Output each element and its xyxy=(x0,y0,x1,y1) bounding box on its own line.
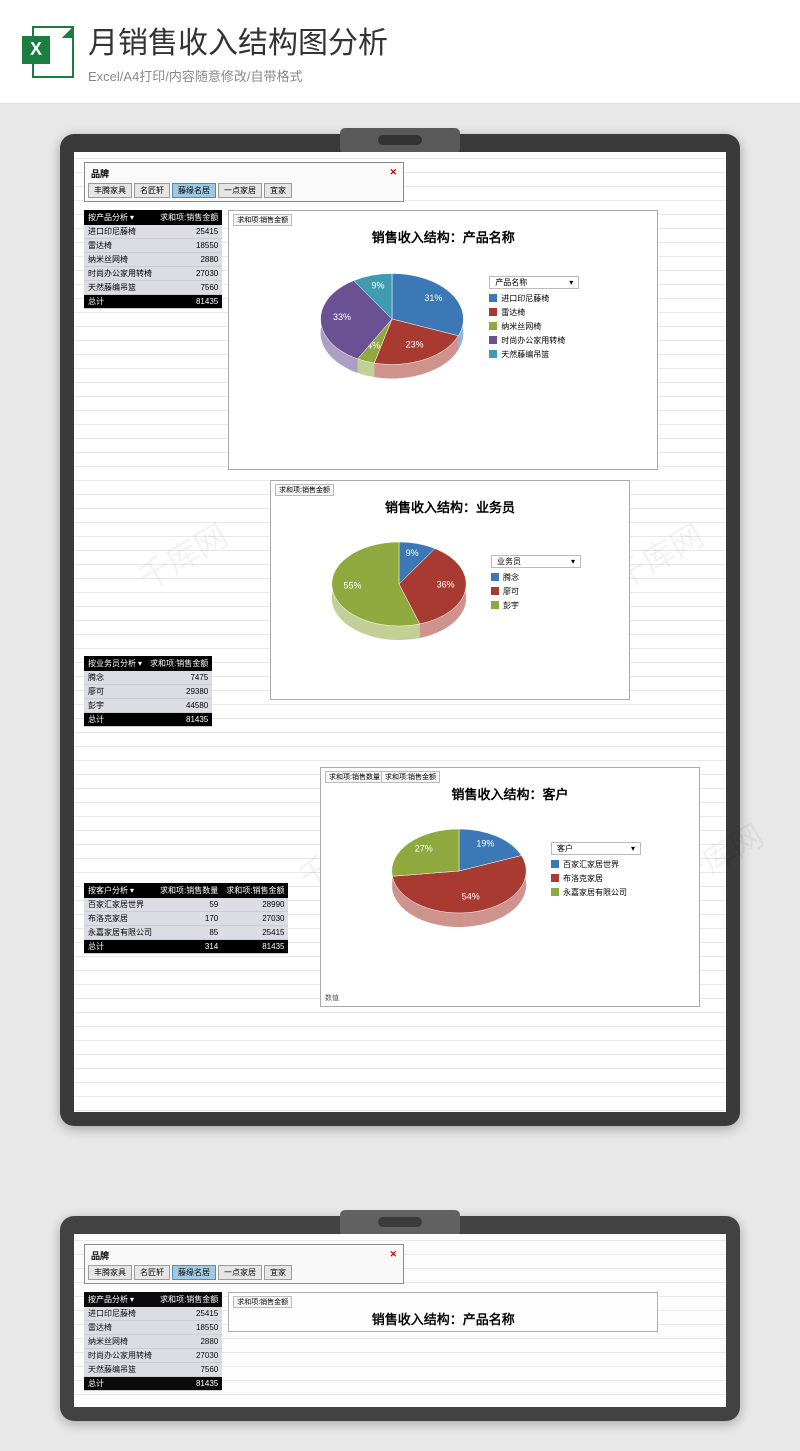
slicer-clear-icon[interactable]: ✕ xyxy=(389,167,397,180)
table-total: 总计81435 xyxy=(84,713,212,727)
chart-legend: 客户▾ 百家汇家居世界布洛克家居永嘉家居有限公司 xyxy=(551,842,641,901)
table-row: 彭宇44580 xyxy=(84,699,212,713)
legend-item: 进口印尼藤椅 xyxy=(489,293,579,304)
svg-text:19%: 19% xyxy=(476,839,494,849)
slicer-button[interactable]: 一点家居 xyxy=(218,183,262,198)
legend-dropdown[interactable]: 业务员▾ xyxy=(491,555,581,568)
svg-text:23%: 23% xyxy=(406,339,424,349)
brand-slicer[interactable]: 品牌 ✕ 丰腾家具名匠轩藤缘名居一点家居宜家 xyxy=(84,162,404,202)
pivot-customer: 按客户分析求和项:销售数量求和项:销售金额百家汇家居世界5928990布洛克家居… xyxy=(84,883,288,954)
slicer-title: 品牌 xyxy=(91,167,109,180)
pie-chart: 19% 54% 27% xyxy=(379,811,539,931)
slicer-button[interactable]: 丰腾家具 xyxy=(88,183,132,198)
table-total: 总计81435 xyxy=(84,295,222,309)
table-row: 百家汇家居世界5928990 xyxy=(84,898,288,912)
svg-text:54%: 54% xyxy=(462,891,480,901)
slicer-button[interactable]: 宜家 xyxy=(264,183,292,198)
chart-field-label: 求和项:销售金额 xyxy=(233,214,292,226)
page-header: X 月销售收入结构图分析 Excel/A4打印/内容随意修改/自带格式 xyxy=(0,0,800,104)
chart-product: 求和项:销售金额 销售收入结构：产品名称 xyxy=(228,1292,658,1332)
table-total: 总计31481435 xyxy=(84,940,288,954)
svg-text:36%: 36% xyxy=(437,580,455,590)
table-row: 纳米丝网椅2880 xyxy=(84,253,222,267)
pivot-salesperson: 按业务员分析求和项:销售金额腾念7475廖可29380彭宇44580总计8143… xyxy=(84,656,212,727)
slicer-button[interactable]: 宜家 xyxy=(264,1265,292,1280)
chart-field-label: 求和项:销售金额 xyxy=(275,484,334,496)
table-row: 雷达椅18550 xyxy=(84,239,222,253)
legend-item: 雷达椅 xyxy=(489,307,579,318)
table-row: 天然藤编吊篮7560 xyxy=(84,1363,222,1377)
chevron-down-icon: ▾ xyxy=(631,844,635,853)
pivot-product: 按产品分析求和项:销售金额进口印尼藤椅25415雷达椅18550纳米丝网椅288… xyxy=(84,210,222,309)
page-title: 月销售收入结构图分析 xyxy=(88,18,388,62)
table-row: 天然藤编吊篮7560 xyxy=(84,281,222,295)
clipboard-frame: 千库网 千库网 千库网 千库网 千库网 品牌 ✕ 丰腾家具名匠轩藤缘名居一点家居… xyxy=(60,134,740,1126)
pie-chart: 9% 36% 55% xyxy=(319,524,479,644)
slicer-button[interactable]: 名匠轩 xyxy=(134,183,170,198)
table-total: 总计81435 xyxy=(84,1377,222,1391)
table-row: 布洛克家居17027030 xyxy=(84,912,288,926)
chart-axis-note: 数值 xyxy=(325,993,339,1003)
svg-text:55%: 55% xyxy=(344,581,362,591)
table-row: 腾念7475 xyxy=(84,671,212,685)
svg-text:9%: 9% xyxy=(372,280,385,290)
chart-legend: 业务员▾ 腾念廖可彭宇 xyxy=(491,555,581,614)
chart-title: 销售收入结构：产品名称 xyxy=(235,227,651,246)
chart-title: 销售收入结构：产品名称 xyxy=(235,1309,651,1328)
legend-dropdown[interactable]: 产品名称▾ xyxy=(489,276,579,289)
slicer-button[interactable]: 一点家居 xyxy=(218,1265,262,1280)
chart-legend: 产品名称▾ 进口印尼藤椅雷达椅纳米丝网椅时尚办公家用转椅天然藤编吊篮 xyxy=(489,276,579,363)
legend-item: 布洛克家居 xyxy=(551,873,641,884)
table-row: 纳米丝网椅2880 xyxy=(84,1335,222,1349)
chart-title: 销售收入结构：客户 xyxy=(327,784,693,803)
excel-icon: X xyxy=(22,22,74,82)
legend-item: 天然藤编吊篮 xyxy=(489,349,579,360)
chart-product: 求和项:销售金额 销售收入结构：产品名称 31%23%4%33%9% 产品名称▾… xyxy=(228,210,658,470)
table-row: 进口印尼藤椅25415 xyxy=(84,1307,222,1321)
chevron-down-icon: ▾ xyxy=(571,557,575,566)
chart-salesperson: 求和项:销售金额 销售收入结构：业务员 9% 36% 55% 业务员▾ 腾念廖可彭宇 xyxy=(270,480,630,700)
table-row: 进口印尼藤椅25415 xyxy=(84,225,222,239)
table-row: 永嘉家居有限公司8525415 xyxy=(84,926,288,940)
pie-chart: 31%23%4%33%9% xyxy=(307,254,477,384)
legend-item: 廖可 xyxy=(491,586,581,597)
chart-title: 销售收入结构：业务员 xyxy=(277,497,623,516)
legend-item: 永嘉家居有限公司 xyxy=(551,887,641,898)
legend-item: 彭宇 xyxy=(491,600,581,611)
table-row: 雷达椅18550 xyxy=(84,1321,222,1335)
svg-text:31%: 31% xyxy=(425,293,443,303)
slicer-button[interactable]: 藤缘名居 xyxy=(172,183,216,198)
spreadsheet-paper: 千库网 千库网 千库网 千库网 千库网 品牌 ✕ 丰腾家具名匠轩藤缘名居一点家居… xyxy=(74,152,726,1112)
slicer-button[interactable]: 丰腾家具 xyxy=(88,1265,132,1280)
legend-item: 纳米丝网椅 xyxy=(489,321,579,332)
chart-field-label: 求和项:销售金额 xyxy=(381,771,440,783)
pivot-product: 按产品分析求和项:销售金额进口印尼藤椅25415雷达椅18550纳米丝网椅288… xyxy=(84,1292,222,1391)
chevron-down-icon: ▾ xyxy=(569,278,573,287)
legend-item: 时尚办公家用转椅 xyxy=(489,335,579,346)
table-row: 时尚办公家用转椅27030 xyxy=(84,1349,222,1363)
slicer-button[interactable]: 藤缘名居 xyxy=(172,1265,216,1280)
brand-slicer[interactable]: 品牌✕ 丰腾家具名匠轩藤缘名居一点家居宜家 xyxy=(84,1244,404,1284)
table-row: 廖可29380 xyxy=(84,685,212,699)
svg-text:27%: 27% xyxy=(415,844,433,854)
svg-text:9%: 9% xyxy=(406,548,419,558)
svg-text:33%: 33% xyxy=(333,312,351,322)
clipboard-frame-thumb: 品牌✕ 丰腾家具名匠轩藤缘名居一点家居宜家 按产品分析求和项:销售金额进口印尼藤… xyxy=(60,1216,740,1421)
slicer-button[interactable]: 名匠轩 xyxy=(134,1265,170,1280)
table-row: 时尚办公家用转椅27030 xyxy=(84,267,222,281)
legend-dropdown[interactable]: 客户▾ xyxy=(551,842,641,855)
chart-field-label: 求和项:销售数量 xyxy=(325,771,384,783)
legend-item: 百家汇家居世界 xyxy=(551,859,641,870)
legend-item: 腾念 xyxy=(491,572,581,583)
page-subtitle: Excel/A4打印/内容随意修改/自带格式 xyxy=(88,66,388,85)
clipboard-clip xyxy=(340,128,460,154)
chart-customer: 求和项:销售数量 求和项:销售金额 销售收入结构：客户 19% 54% 27% 客户… xyxy=(320,767,700,1007)
